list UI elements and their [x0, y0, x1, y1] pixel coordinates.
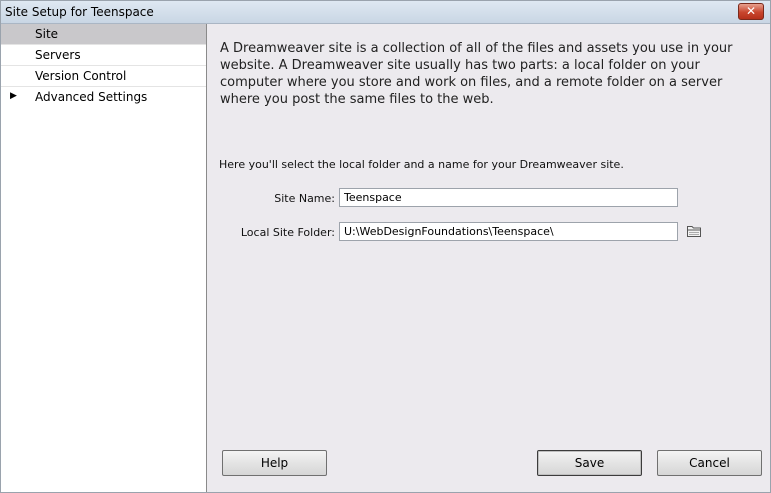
folder-icon[interactable]: [687, 225, 701, 237]
sidebar-item-version-control[interactable]: Version Control: [1, 66, 206, 87]
sidebar-item-label: Version Control: [35, 69, 127, 83]
instructions-text: Here you'll select the local folder and …: [219, 158, 624, 171]
close-icon: ✕: [745, 4, 757, 18]
close-button[interactable]: ✕: [738, 3, 764, 20]
cancel-button[interactable]: Cancel: [657, 450, 762, 476]
local-site-folder-input[interactable]: [339, 222, 678, 241]
site-name-input[interactable]: [339, 188, 678, 207]
site-name-label: Site Name:: [274, 192, 335, 205]
category-sidebar: Site Servers Version Control ▶ Advanced …: [1, 24, 207, 492]
sidebar-item-servers[interactable]: Servers: [1, 45, 206, 66]
help-button[interactable]: Help: [222, 450, 327, 476]
sidebar-item-advanced-settings[interactable]: ▶ Advanced Settings: [1, 87, 206, 108]
expand-arrow-icon[interactable]: ▶: [10, 91, 17, 101]
sidebar-item-label: Servers: [35, 48, 81, 62]
sidebar-item-label: Advanced Settings: [35, 90, 148, 104]
window-title: Site Setup for Teenspace: [5, 5, 154, 19]
save-button[interactable]: Save: [537, 450, 642, 476]
sidebar-item-site[interactable]: Site: [1, 24, 206, 45]
local-site-folder-label: Local Site Folder:: [240, 226, 335, 239]
main-panel: A Dreamweaver site is a collection of al…: [207, 24, 770, 492]
sidebar-item-label: Site: [35, 27, 59, 41]
intro-text: A Dreamweaver site is a collection of al…: [220, 41, 733, 107]
title-bar: Site Setup for Teenspace ✕: [1, 1, 770, 24]
site-setup-dialog: Site Setup for Teenspace ✕ Site Servers …: [0, 0, 771, 493]
